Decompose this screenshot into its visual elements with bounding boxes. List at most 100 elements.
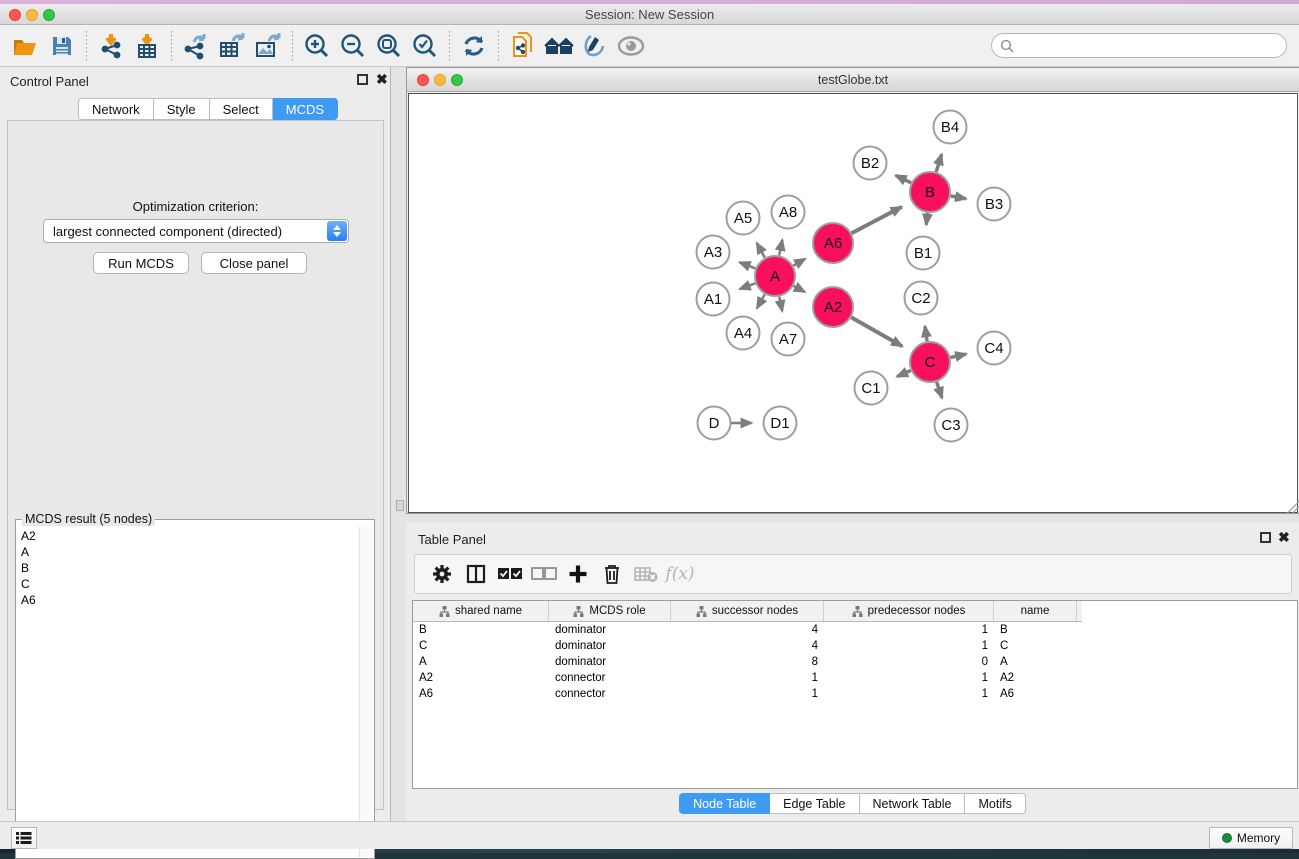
node-A7[interactable]: A7 [772, 323, 805, 356]
edge-C-C2[interactable] [925, 326, 927, 341]
node-B[interactable]: B [910, 172, 950, 212]
edge-A-A7[interactable] [779, 297, 782, 312]
tab-motifs[interactable]: Motifs [965, 793, 1025, 814]
column-header-name[interactable]: name [994, 601, 1077, 621]
tab-network[interactable]: Network [78, 98, 154, 120]
table-row[interactable]: Cdominator41C [413, 638, 1297, 654]
node-A6[interactable]: A6 [813, 223, 853, 263]
zoom-selected-button[interactable] [407, 29, 443, 63]
edge-A-A8[interactable] [779, 240, 782, 255]
tab-network-table[interactable]: Network Table [860, 793, 966, 814]
import-table-button[interactable] [129, 29, 165, 63]
save-session-button[interactable] [44, 29, 80, 63]
search-field[interactable] [991, 33, 1287, 58]
add-column-button[interactable] [561, 559, 595, 589]
node-A8[interactable]: A8 [772, 196, 805, 229]
edge-B-B3[interactable] [951, 196, 966, 199]
edge-C-C3[interactable] [937, 382, 942, 398]
criterion-dropdown[interactable]: largest connected component (directed) [43, 219, 349, 243]
resize-corner-handle[interactable] [1287, 501, 1299, 513]
close-panel-button[interactable]: Close panel [201, 252, 307, 274]
mcds-result-item[interactable]: A2 [18, 528, 356, 544]
node-C1[interactable]: C1 [855, 372, 888, 405]
show-columns-button[interactable] [459, 559, 493, 589]
edge-A-A4[interactable] [757, 294, 765, 308]
node-B4[interactable]: B4 [934, 111, 967, 144]
edge-B-B4[interactable] [936, 154, 941, 172]
node-C[interactable]: C [910, 342, 950, 382]
edge-A-A3[interactable] [740, 262, 756, 268]
node-B3[interactable]: B3 [978, 188, 1011, 221]
close-table-panel-icon[interactable]: ✖ [1278, 529, 1290, 546]
zoom-fit-button[interactable] [371, 29, 407, 63]
mcds-result-item[interactable]: A6 [18, 592, 356, 608]
edge-A-A2[interactable] [794, 286, 805, 292]
column-header-successor-nodes[interactable]: successor nodes [671, 601, 824, 621]
edge-C-C4[interactable] [951, 354, 967, 357]
delete-table-button[interactable] [629, 559, 663, 589]
memory-button[interactable]: Memory [1209, 827, 1293, 849]
float-panel-icon[interactable] [357, 74, 368, 85]
zoom-in-button[interactable] [299, 29, 335, 63]
table-row[interactable]: Bdominator41B [413, 622, 1297, 638]
delete-button[interactable] [595, 559, 629, 589]
node-A4[interactable]: A4 [727, 317, 760, 350]
mcds-result-item[interactable]: B [18, 560, 356, 576]
edge-A-A1[interactable] [740, 283, 756, 289]
export-network-button[interactable] [178, 29, 214, 63]
hide-annotations-button[interactable] [577, 29, 613, 63]
node-D[interactable]: D [698, 407, 731, 440]
import-network-button[interactable] [93, 29, 129, 63]
mcds-result-item[interactable]: A [18, 544, 356, 560]
edge-A-A5[interactable] [757, 243, 765, 258]
edge-A-A6[interactable] [793, 259, 805, 266]
node-A3[interactable]: A3 [697, 236, 730, 269]
node-C4[interactable]: C4 [978, 332, 1011, 365]
clone-network-button[interactable] [505, 29, 541, 63]
table-row[interactable]: Adominator80A [413, 654, 1297, 670]
float-table-panel-icon[interactable] [1260, 532, 1271, 543]
close-panel-icon[interactable]: ✖ [376, 71, 388, 88]
edge-C-C1[interactable] [897, 370, 911, 376]
zoom-out-button[interactable] [335, 29, 371, 63]
edge-B-B1[interactable] [926, 213, 927, 225]
mcds-scrollbar[interactable] [359, 527, 373, 857]
first-neighbors-button[interactable] [541, 29, 577, 63]
column-header-shared-name[interactable]: shared name [413, 601, 549, 621]
export-image-button[interactable] [250, 29, 286, 63]
tab-node-table[interactable]: Node Table [679, 793, 770, 814]
run-mcds-button[interactable]: Run MCDS [93, 252, 189, 274]
tab-edge-table[interactable]: Edge Table [770, 793, 859, 814]
export-table-button[interactable] [214, 29, 250, 63]
table-row[interactable]: A2connector11A2 [413, 670, 1297, 686]
show-graphics-button[interactable] [613, 29, 649, 63]
node-C3[interactable]: C3 [935, 409, 968, 442]
refresh-button[interactable] [456, 29, 492, 63]
node-C2[interactable]: C2 [905, 282, 938, 315]
tab-select[interactable]: Select [210, 98, 273, 120]
deselect-all-button[interactable] [527, 559, 561, 589]
edge-A2-C[interactable] [851, 317, 902, 346]
settings-gear-button[interactable] [425, 559, 459, 589]
mcds-result-item[interactable]: C [18, 576, 356, 592]
vertical-splitter-grip[interactable] [396, 500, 404, 511]
node-A1[interactable]: A1 [697, 283, 730, 316]
column-header-MCDS-role[interactable]: MCDS role [549, 601, 671, 621]
node-B1[interactable]: B1 [907, 237, 940, 270]
tab-style[interactable]: Style [154, 98, 210, 120]
node-A2[interactable]: A2 [813, 287, 853, 327]
node-A5[interactable]: A5 [727, 202, 760, 235]
open-file-button[interactable] [8, 29, 44, 63]
column-header-predecessor-nodes[interactable]: predecessor nodes [824, 601, 994, 621]
select-all-button[interactable] [493, 559, 527, 589]
function-builder-button[interactable]: f(x) [663, 559, 697, 589]
network-canvas[interactable]: B4 B2 B B3 A8 A5 A6 A3 B1 A A1 C2 A2 A4 A7 C4 C C1 C3 D D1 [408, 93, 1298, 513]
search-input[interactable] [1019, 39, 1278, 53]
node-D1[interactable]: D1 [764, 407, 797, 440]
tab-mcds[interactable]: MCDS [273, 98, 338, 120]
task-history-button[interactable] [11, 827, 37, 849]
node-A[interactable]: A [755, 256, 795, 296]
table-row[interactable]: A6connector11A6 [413, 686, 1297, 702]
node-B2[interactable]: B2 [854, 147, 887, 180]
edge-A6-B[interactable] [852, 207, 902, 233]
